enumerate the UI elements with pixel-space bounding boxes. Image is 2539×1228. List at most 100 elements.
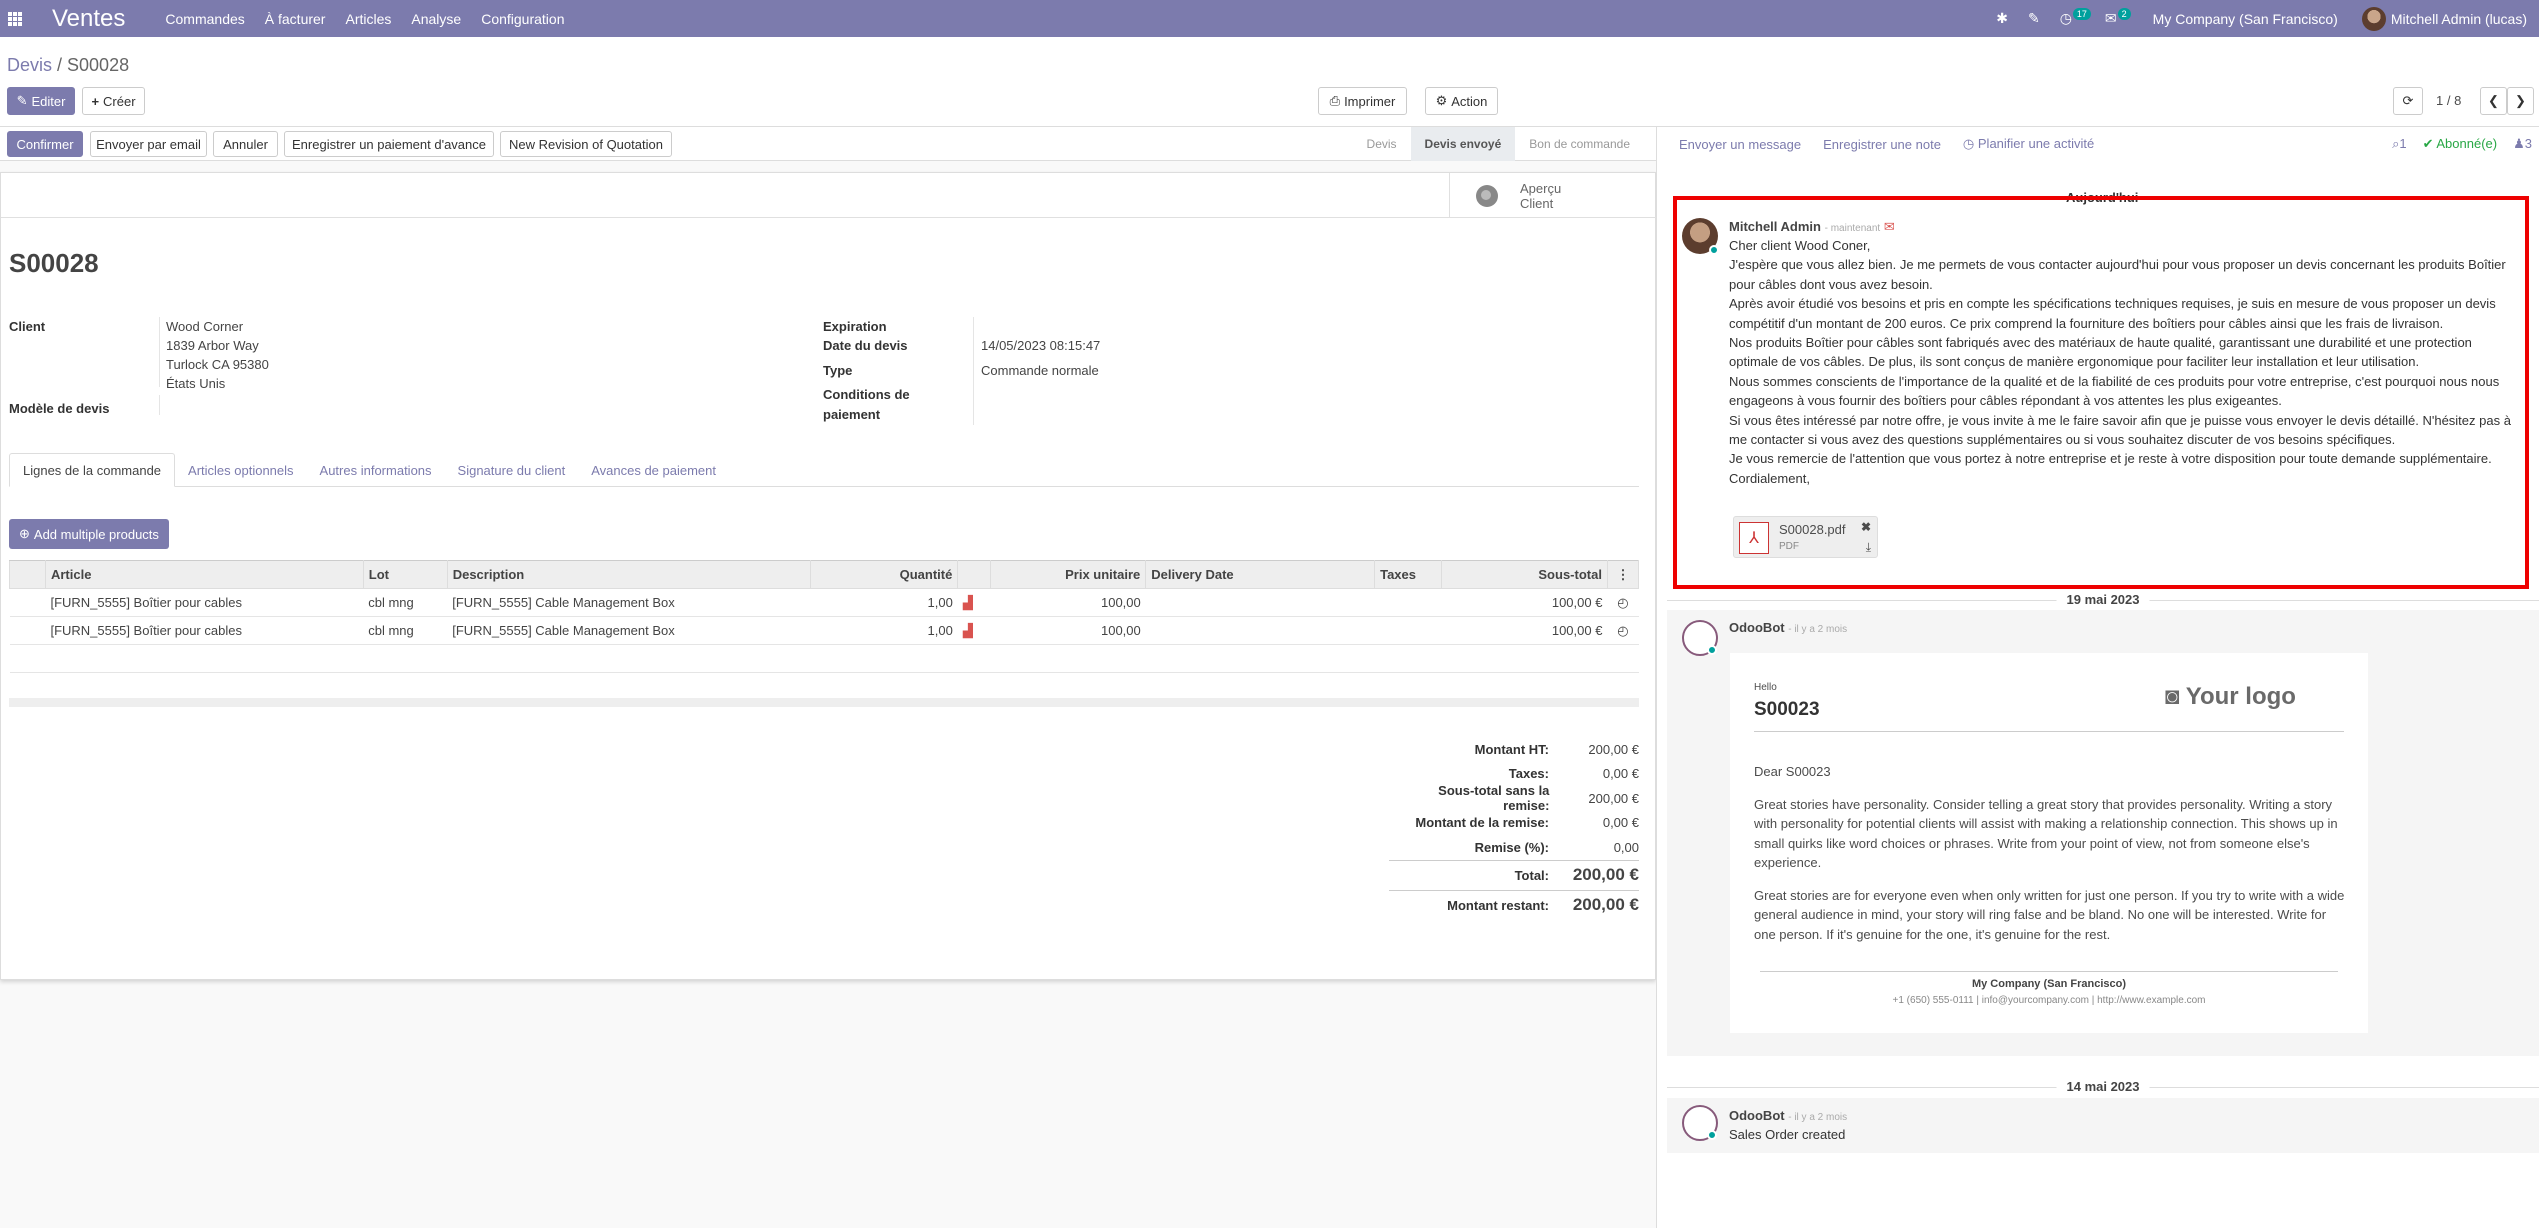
- col-unit-price[interactable]: Prix unitaire: [990, 560, 1147, 589]
- breadcrumb: Devis / S00028: [7, 55, 129, 76]
- odoobot-avatar[interactable]: [1682, 1105, 1718, 1141]
- line-description[interactable]: [FURN_5555] Cable Management Box: [447, 616, 811, 645]
- menu-articles[interactable]: Articles: [345, 11, 391, 27]
- edit-icon[interactable]: ✎: [2028, 10, 2040, 27]
- gear-icon: ⚙: [1435, 93, 1448, 108]
- client-address-line1: 1839 Arbor Way: [166, 338, 259, 353]
- refresh-button[interactable]: ⟳: [2393, 87, 2423, 115]
- breadcrumb-separator: /: [52, 55, 68, 75]
- log-note-button[interactable]: Enregistrer une note: [1823, 137, 1941, 152]
- line-taxes[interactable]: [1374, 588, 1442, 617]
- breadcrumb-devis[interactable]: Devis: [7, 55, 52, 75]
- statusbar: Confirmer Envoyer par email Annuler Enre…: [0, 127, 1656, 161]
- table-row[interactable]: [FURN_5555] Boîtier pour cables cbl mng …: [9, 616, 1639, 645]
- bug-icon[interactable]: ✱: [1996, 10, 2008, 27]
- tab-order-lines[interactable]: Lignes de la commande: [9, 453, 176, 487]
- email-contact: +1 (650) 555-0111 | info@yourcompany.com…: [1892, 995, 2206, 1006]
- cancel-button[interactable]: Annuler: [213, 131, 278, 157]
- clock-icon[interactable]: ◴: [1607, 616, 1639, 645]
- new-revision-button[interactable]: New Revision of Quotation: [500, 131, 672, 157]
- line-lot[interactable]: cbl mng: [363, 588, 448, 617]
- line-article[interactable]: [FURN_5555] Boîtier pour cables: [45, 616, 364, 645]
- messages-icon[interactable]: ✉ 2: [2105, 7, 2131, 27]
- col-subtotal[interactable]: Sous-total: [1441, 560, 1608, 589]
- step-devis-envoye[interactable]: Devis envoyé: [1410, 127, 1516, 161]
- message-author[interactable]: OdooBot: [1729, 620, 1785, 635]
- tab-customer-signature[interactable]: Signature du client: [445, 453, 579, 487]
- menu-analyse[interactable]: Analyse: [411, 11, 461, 27]
- add-multiple-products-button[interactable]: ⊕ Add multiple products: [9, 519, 169, 549]
- tab-other-info[interactable]: Autres informations: [307, 453, 445, 487]
- col-article[interactable]: Article: [44, 560, 364, 589]
- menu-commandes[interactable]: Commandes: [165, 11, 244, 27]
- email-company: My Company (San Francisco): [1971, 978, 2127, 990]
- line-delivery-date[interactable]: [1145, 616, 1375, 645]
- pager-previous-button[interactable]: ❮: [2480, 87, 2507, 115]
- col-quantity[interactable]: Quantité: [810, 560, 959, 589]
- total-label: Taxes:: [1508, 766, 1549, 782]
- message-author[interactable]: OdooBot: [1729, 1108, 1785, 1123]
- table-footer: [9, 698, 1639, 707]
- company-switcher[interactable]: My Company (San Francisco): [2153, 11, 2338, 27]
- menu-configuration[interactable]: Configuration: [481, 11, 564, 27]
- total-label: Remise (%):: [1474, 839, 1549, 855]
- followed-label: Abonné(e): [2436, 136, 2498, 151]
- status-steps: Devis Devis envoyé Bon de commande: [1353, 127, 1644, 161]
- email-paragraph-2: Great stories are for everyone even when…: [1754, 888, 2345, 942]
- client-address-line2: Turlock CA 95380: [166, 357, 269, 372]
- order-name: S00028: [9, 248, 99, 278]
- pager-value[interactable]: 1 / 8: [2436, 93, 2461, 108]
- app-name[interactable]: Ventes: [52, 5, 125, 33]
- tab-optional-products[interactable]: Articles optionnels: [175, 453, 307, 487]
- print-button[interactable]: ⎙ Imprimer: [1318, 87, 1407, 115]
- col-lot[interactable]: Lot: [362, 560, 448, 589]
- step-devis[interactable]: Devis: [1353, 127, 1411, 161]
- followers-button[interactable]: ♟3: [2513, 136, 2532, 152]
- apps-menu-icon[interactable]: [0, 0, 30, 37]
- col-taxes[interactable]: Taxes: [1374, 560, 1443, 589]
- line-lot[interactable]: cbl mng: [363, 616, 448, 645]
- menu-a-facturer[interactable]: À facturer: [265, 11, 326, 27]
- clock-icon[interactable]: ◴: [1607, 588, 1639, 617]
- line-description[interactable]: [FURN_5555] Cable Management Box: [447, 588, 811, 617]
- table-header-row: Article Lot Description Quantité Prix un…: [9, 560, 1640, 589]
- client-address-line3: États Unis: [166, 376, 226, 391]
- type-value-link[interactable]: Commande normale: [981, 363, 1099, 378]
- line-quantity[interactable]: 1,00: [810, 616, 958, 645]
- attachments-button[interactable]: ⌕1: [2392, 136, 2407, 152]
- forecast-chart-icon[interactable]: ▟: [957, 616, 991, 645]
- odoobot-avatar[interactable]: [1682, 620, 1718, 656]
- optional-columns-toggle[interactable]: ⋮: [1606, 560, 1640, 589]
- step-bon-de-commande[interactable]: Bon de commande: [1515, 127, 1644, 161]
- line-unit-price[interactable]: 100,00: [990, 588, 1146, 617]
- pager-next-button[interactable]: ❯: [2507, 87, 2534, 115]
- globe-icon: [1476, 184, 1498, 207]
- line-unit-price[interactable]: 100,00: [990, 616, 1146, 645]
- grand-total-label: Total:: [1514, 867, 1549, 883]
- customer-preview-button[interactable]: Aperçu Client: [1449, 173, 1657, 218]
- col-description[interactable]: Description: [446, 560, 812, 589]
- col-delivery-date[interactable]: Delivery Date: [1145, 560, 1376, 589]
- tab-down-payments[interactable]: Avances de paiement: [578, 453, 729, 487]
- send-message-button[interactable]: Envoyer un message: [1679, 137, 1801, 152]
- line-delivery-date[interactable]: [1145, 588, 1375, 617]
- confirm-button[interactable]: Confirmer: [7, 131, 83, 157]
- follow-button[interactable]: ✔ Abonné(e): [2423, 136, 2498, 152]
- remaining-label: Montant restant:: [1447, 897, 1549, 913]
- date-value[interactable]: 14/05/2023 08:15:47: [981, 338, 1100, 353]
- edit-button[interactable]: ✎ Editer: [7, 87, 75, 115]
- line-article[interactable]: [FURN_5555] Boîtier pour cables: [45, 588, 364, 617]
- client-name-link[interactable]: Wood Corner: [166, 319, 243, 334]
- send-by-email-button[interactable]: Envoyer par email: [90, 131, 207, 157]
- forecast-chart-icon[interactable]: ▟: [957, 588, 991, 617]
- schedule-activity-button[interactable]: ◷ Planifier une activité: [1963, 136, 2094, 152]
- user-menu[interactable]: Mitchell Admin (lucas): [2361, 6, 2527, 31]
- table-row[interactable]: [FURN_5555] Boîtier pour cables cbl mng …: [9, 588, 1639, 617]
- line-taxes[interactable]: [1374, 616, 1442, 645]
- check-icon: ✔: [2422, 136, 2437, 151]
- create-button[interactable]: + Créer: [82, 87, 145, 115]
- action-button[interactable]: ⚙ Action: [1425, 87, 1498, 115]
- activity-icon[interactable]: ◷ 17: [2060, 7, 2091, 27]
- register-advance-payment-button[interactable]: Enregistrer un paiement d'avance: [284, 131, 494, 157]
- line-quantity[interactable]: 1,00: [810, 588, 958, 617]
